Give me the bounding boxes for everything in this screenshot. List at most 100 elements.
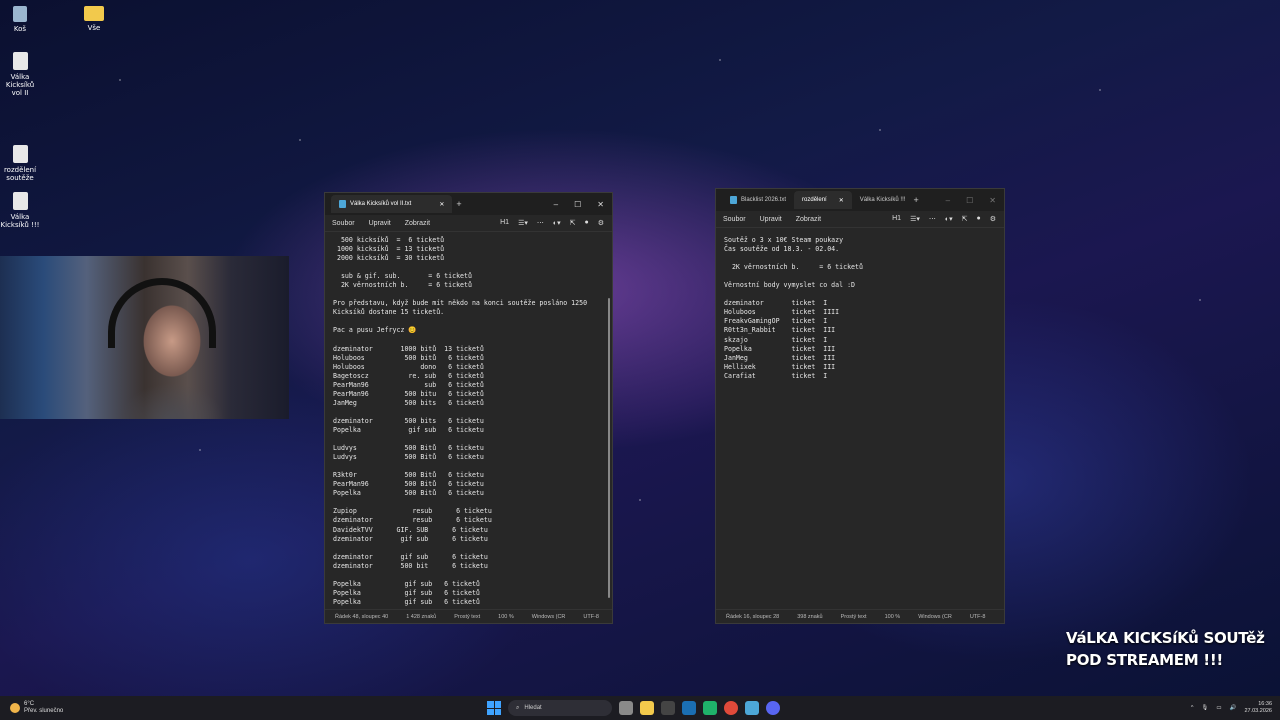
avatar[interactable]: ● — [976, 215, 980, 223]
list-icon[interactable]: ☰▾ — [518, 219, 528, 227]
text-line — [333, 571, 604, 580]
chrome-icon[interactable] — [724, 701, 738, 715]
menu-bar: Soubor Upravit Zobrazit H1 ☰▾ ⋯ ◐▾ ⇱ ● ⚙ — [325, 215, 612, 232]
microphone-icon[interactable]: 🎙 — [1201, 705, 1208, 711]
menu-zobrazit[interactable]: Zobrazit — [796, 216, 821, 223]
maximize-icon[interactable]: ☐ — [966, 196, 973, 205]
menu-upravit[interactable]: Upravit — [369, 220, 391, 227]
text-editor-content[interactable]: 500 kicksíků = 6 ticketů 1000 kicksíků =… — [325, 232, 612, 611]
new-tab-icon[interactable]: + — [913, 195, 918, 205]
tab-label: Blacklist 2026.txt — [741, 197, 787, 203]
file-shortcut-valka-vol2[interactable]: Válka Kicksíků vol II — [0, 52, 40, 97]
tab-valka[interactable]: Válka Kicksíků !!! — [852, 191, 914, 209]
menu-soubor[interactable]: Soubor — [723, 216, 746, 223]
text-line: Kicksíků dostane 15 ticketů. — [333, 308, 445, 317]
text-line: Ludvys 500 Bitů 6 ticketu — [333, 444, 484, 453]
notepad-window-left[interactable]: Válka Kicksíků vol II.txt ✕ + – ☐ ✕ Soubor … — [324, 192, 613, 624]
webcam-overlay — [0, 256, 289, 419]
notepad-window-right[interactable]: Blacklist 2026.txt rozdělení ✕ Válka Kick… — [715, 188, 1005, 624]
recycle-bin-icon[interactable]: Koš — [0, 6, 40, 33]
status-format: Prostý text — [840, 613, 867, 620]
system-tray: ^ 🎙 ▭ 🔊 16:36 27.03.2026 — [1191, 701, 1272, 715]
status-bar: Řádek 16, sloupec 28 398 znaků Prostý te… — [716, 609, 1004, 623]
heading-dropdown[interactable]: H1 — [500, 219, 509, 227]
notepad-icon — [339, 200, 346, 208]
text-line — [333, 290, 604, 299]
desktop-icon-label: Koš — [13, 25, 27, 33]
clock-time: 16:36 — [1258, 701, 1272, 707]
text-line: Pro představu, když bude mít někdo na ko… — [333, 299, 588, 308]
discord-icon[interactable] — [766, 701, 780, 715]
minimize-icon[interactable]: – — [946, 196, 950, 205]
maximize-icon[interactable]: ☐ — [574, 200, 581, 209]
share-icon[interactable]: ⇱ — [570, 219, 576, 227]
chevron-up-icon[interactable]: ^ — [1191, 705, 1194, 711]
status-zoom[interactable]: 100 % — [885, 614, 901, 620]
notepad-taskbar-icon[interactable] — [745, 701, 759, 715]
steam-icon[interactable] — [682, 701, 696, 715]
folder-shortcut[interactable]: Vše — [74, 6, 114, 32]
text-line: Bagetoscz re. sub 6 ticketů — [333, 371, 484, 380]
desktop-icon-label: Vše — [87, 24, 101, 32]
copilot-icon[interactable]: ◐▾ — [945, 215, 953, 223]
text-line: Popelka 500 Bitů 6 ticketu — [333, 489, 484, 498]
menu-upravit[interactable]: Upravit — [760, 216, 782, 223]
search-box[interactable]: ⌕ Hledat — [508, 700, 612, 716]
heading-dropdown[interactable]: H1 — [892, 215, 901, 223]
settings-icon[interactable]: ⚙ — [598, 219, 604, 227]
status-zoom[interactable]: 100 % — [498, 614, 514, 620]
more-icon[interactable]: ⋯ — [929, 215, 936, 223]
settings-icon[interactable]: ⚙ — [990, 215, 996, 223]
network-icon[interactable]: ▭ — [1216, 705, 1221, 711]
close-tab-icon[interactable]: ✕ — [839, 197, 844, 204]
text-line: Popelka gif sub 6 ticketů — [333, 579, 480, 588]
text-line: 500 kicksíků = 6 ticketů — [333, 236, 445, 244]
share-icon[interactable]: ⇱ — [962, 215, 968, 223]
text-line: Holuboos 500 bitů 6 ticketů — [333, 353, 484, 362]
start-icon[interactable] — [487, 701, 501, 715]
text-line: 1000 kicksíků = 13 ticketů — [333, 245, 445, 254]
text-line: R3kt0r 500 Bitů 6 ticketu — [333, 471, 484, 480]
new-tab-icon[interactable]: + — [456, 199, 461, 209]
text-line: skzajo ticket I — [724, 335, 828, 344]
minimize-icon[interactable]: – — [554, 200, 558, 209]
more-icon[interactable]: ⋯ — [537, 219, 544, 227]
text-line: dzeminator resub 6 ticketu — [333, 516, 492, 525]
menu-zobrazit[interactable]: Zobrazit — [405, 220, 430, 227]
close-window-icon[interactable]: ✕ — [989, 196, 996, 205]
text-line: dzeminator 1000 bitů 13 ticketů — [333, 344, 484, 353]
text-line — [333, 408, 604, 417]
tab-blacklist[interactable]: Blacklist 2026.txt — [722, 191, 794, 209]
clock[interactable]: 16:36 27.03.2026 — [1244, 701, 1272, 715]
tab-valka-vol2[interactable]: Válka Kicksíků vol II.txt ✕ — [331, 195, 453, 213]
text-line: dzeminator gif sub 6 ticketu — [333, 552, 488, 561]
avatar[interactable]: ● — [584, 219, 588, 227]
scrollbar[interactable] — [608, 298, 610, 598]
close-window-icon[interactable]: ✕ — [597, 200, 604, 209]
text-line: Popelka gif sub 6 ticketů — [333, 597, 480, 606]
file-shortcut-rozdeleni[interactable]: rozdělení soutěže — [0, 145, 40, 182]
text-line: Holuboos ticket IIII — [724, 308, 840, 317]
close-tab-icon[interactable]: ✕ — [439, 201, 444, 208]
text-editor-content[interactable]: Soutěž o 3 x 10€ Steam poukazy Čas soutěž… — [716, 228, 1004, 385]
text-line — [333, 544, 604, 553]
weather-widget[interactable]: 6°C Přev. slunečno — [0, 701, 63, 715]
tab-rozdeleni[interactable]: rozdělení ✕ — [794, 191, 852, 209]
text-line — [333, 498, 604, 507]
file-shortcut-valka[interactable]: Válka Kicksíků !!! — [0, 192, 40, 229]
app-icon[interactable] — [661, 701, 675, 715]
text-line: dzeminator 500 bit 6 ticketu — [333, 561, 488, 570]
copilot-icon[interactable]: ◐▾ — [553, 219, 561, 227]
volume-icon[interactable]: 🔊 — [1230, 705, 1237, 711]
file-explorer-icon[interactable] — [640, 701, 654, 715]
list-icon[interactable]: ☰▾ — [910, 215, 920, 223]
text-line: JanMeg ticket III — [724, 353, 836, 362]
menu-soubor[interactable]: Soubor — [332, 220, 355, 227]
task-view-icon[interactable] — [619, 701, 633, 715]
text-line: PearMan96 sub 6 ticketů — [333, 380, 484, 389]
text-line: Pac a pusu Jefrycz 😊 — [333, 326, 417, 335]
status-chars: 1 428 znaků — [406, 613, 437, 620]
kick-icon[interactable] — [703, 701, 717, 715]
status-encoding: UTF-8 — [583, 613, 599, 620]
tab-label: rozdělení — [802, 197, 827, 203]
